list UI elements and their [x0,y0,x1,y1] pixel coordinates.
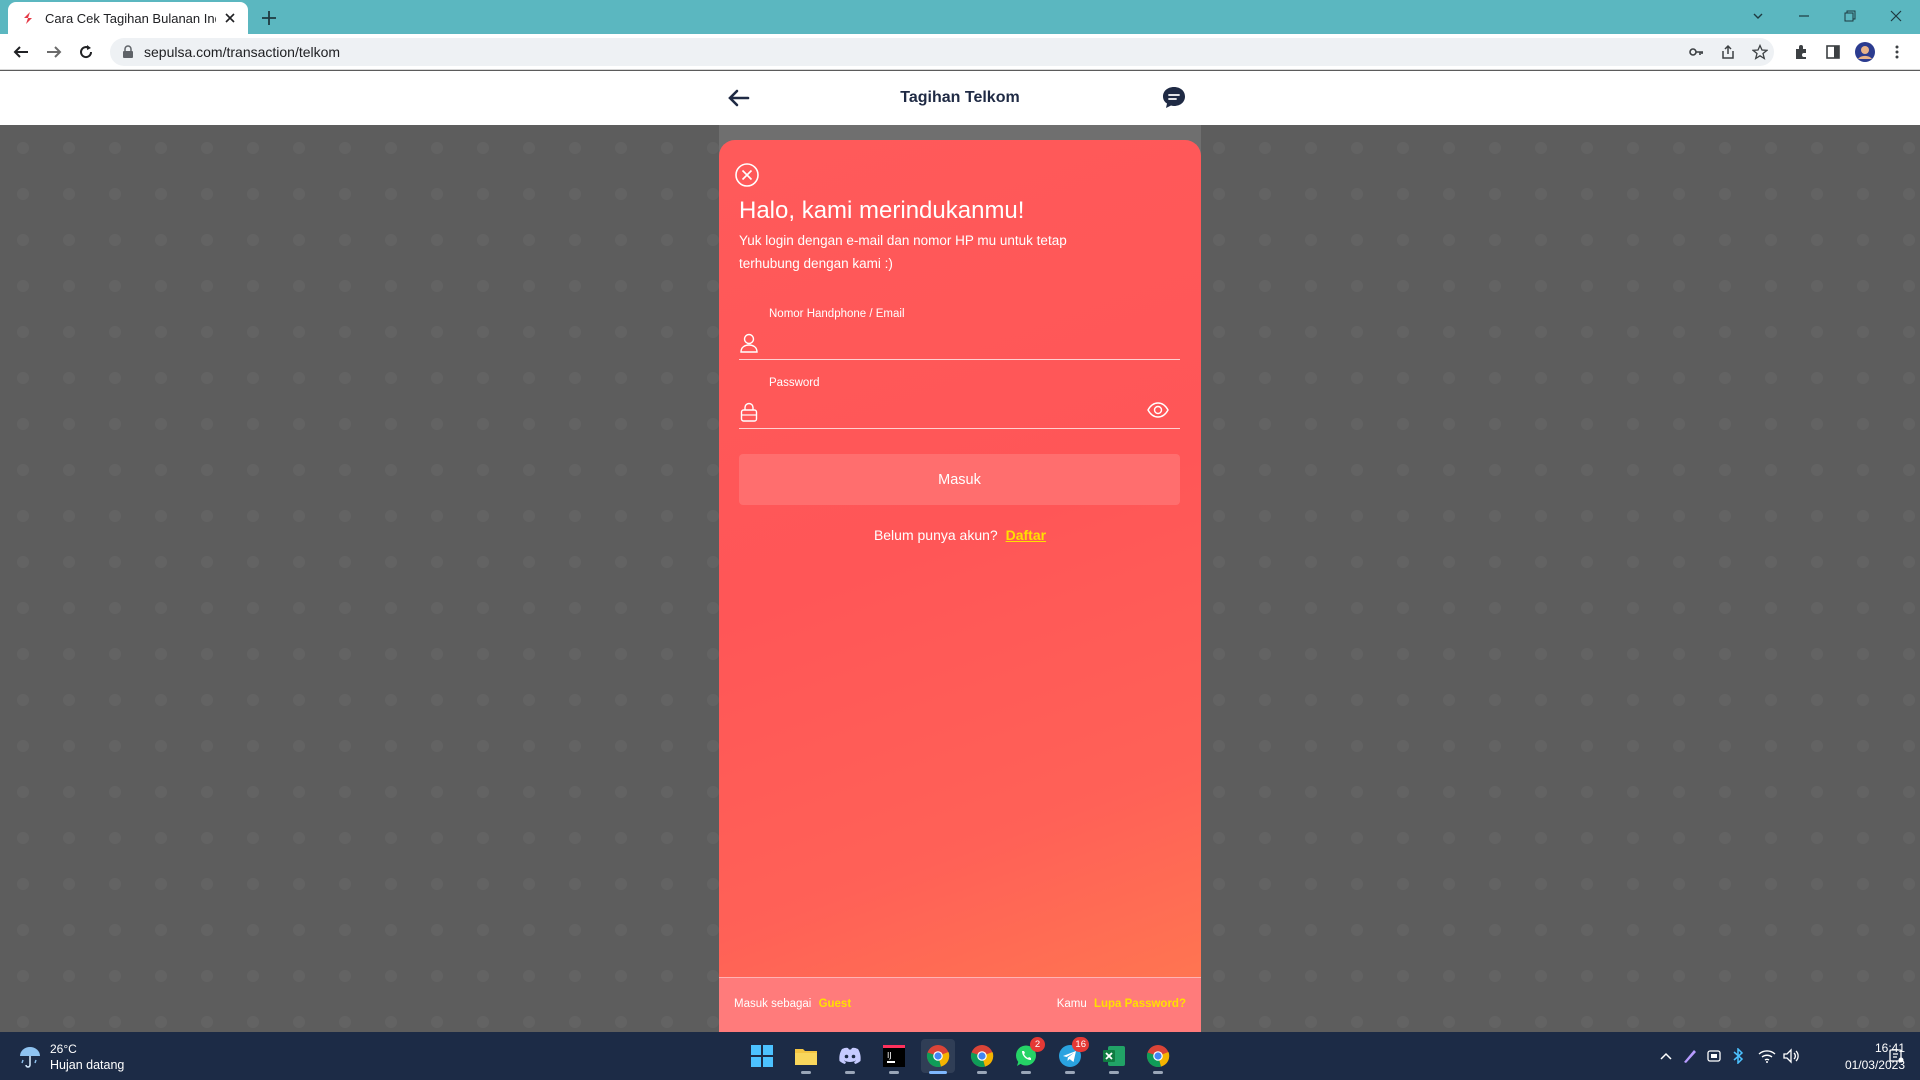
share-icon[interactable] [1716,40,1740,64]
telegram-icon[interactable]: 16 [1053,1037,1089,1074]
page-header: Tagihan Telkom [0,71,1920,125]
profile-avatar-icon[interactable] [1853,40,1877,64]
lock-icon [123,45,133,58]
password-field: Password [739,373,1180,429]
tab-title: Cara Cek Tagihan Bulanan Indiho [45,10,216,26]
register-prompt-text: Belum punya akun? [873,527,998,543]
window-close-icon[interactable] [1882,4,1910,28]
identifier-field: Nomor Handphone / Email [739,304,1180,360]
weather-temperature: 26°C [50,1042,77,1056]
user-icon [740,333,758,353]
windows-start-icon[interactable] [745,1039,779,1073]
bluetooth-icon[interactable] [1728,1046,1748,1066]
identifier-input[interactable] [769,326,1139,352]
tab-close-icon[interactable] [222,10,238,26]
windows-taskbar: 26°C Hujan datang IJ 2 16 16:41 01/03/20… [0,1032,1920,1080]
telegram-badge: 16 [1072,1037,1089,1052]
chrome-icon[interactable] [965,1039,999,1074]
tab-search-icon[interactable] [1744,4,1772,28]
address-bar[interactable]: sepulsa.com/transaction/telkom [110,38,1774,66]
weather-description: Hujan datang [50,1058,125,1072]
identifier-label: Nomor Handphone / Email [769,308,905,320]
browser-menu-icon[interactable] [1885,40,1909,64]
guest-login-link[interactable]: Guest [819,998,852,1010]
side-panel-icon[interactable] [1821,40,1845,64]
modal-close-icon[interactable] [734,162,760,188]
volume-icon[interactable] [1781,1046,1801,1066]
wifi-icon[interactable] [1757,1046,1777,1066]
forgot-prompt-text: Kamu [1056,998,1087,1010]
file-explorer-icon[interactable] [789,1039,823,1074]
extensions-icon[interactable] [1789,40,1813,64]
url-text: sepulsa.com/transaction/telkom [144,44,341,60]
guest-prompt-text: Masuk sebagai [734,998,812,1010]
password-key-icon[interactable] [1684,40,1708,64]
weather-rain-icon[interactable] [16,1042,44,1070]
register-prompt-row: Belum punya akun? Daftar [719,527,1201,543]
browser-tab-active[interactable]: Cara Cek Tagihan Bulanan Indiho [8,2,248,34]
show-password-eye-icon[interactable] [1146,399,1170,421]
browser-toolbar: sepulsa.com/transaction/telkom [0,34,1920,70]
excel-icon[interactable] [1097,1039,1131,1074]
modal-subtitle: Yuk login dengan e-mail dan nomor HP mu … [739,233,1067,271]
discord-icon[interactable] [833,1039,867,1074]
forward-icon[interactable] [42,40,66,64]
chrome-icon[interactable] [921,1039,955,1074]
whatsapp-icon[interactable]: 2 [1009,1037,1045,1074]
minimize-icon[interactable] [1790,4,1818,28]
modal-footer: Masuk sebagai Guest Kamu Lupa Password? [719,977,1201,1032]
reload-icon[interactable] [74,40,98,64]
register-link[interactable]: Daftar [1006,527,1046,543]
guest-login-row: Masuk sebagai Guest [734,998,851,1010]
show-hidden-icons-chevron-icon[interactable] [1656,1046,1676,1066]
modal-title: Halo, kami merindukanmu! [739,197,1025,224]
chat-support-icon[interactable] [1160,84,1188,112]
forgot-password-row: Kamu Lupa Password? [1057,998,1186,1010]
login-submit-button[interactable]: Masuk [739,454,1180,505]
password-input[interactable] [769,395,1139,421]
page-title: Tagihan Telkom [900,89,1020,106]
whatsapp-badge: 2 [1030,1037,1045,1052]
back-icon[interactable] [9,40,33,64]
pen-tray-icon[interactable] [1680,1046,1700,1066]
browser-tabbar: Cara Cek Tagihan Bulanan Indiho [0,0,1920,34]
chrome-icon[interactable] [1141,1039,1175,1074]
svg-text:IJ: IJ [887,1051,892,1060]
notification-icon[interactable] [1886,1046,1906,1066]
intellij-icon[interactable]: IJ [877,1039,911,1074]
new-tab-icon[interactable] [258,7,280,29]
forgot-password-link[interactable]: Lupa Password? [1094,998,1186,1010]
restore-icon[interactable] [1836,4,1864,28]
display-tray-icon[interactable] [1704,1046,1724,1066]
sepulsa-favicon-icon [24,12,32,24]
bookmark-star-icon[interactable] [1748,40,1772,64]
lock-icon [740,402,758,422]
password-label: Password [769,377,820,389]
login-modal: Halo, kami merindukanmu! Yuk login denga… [719,140,1201,1032]
